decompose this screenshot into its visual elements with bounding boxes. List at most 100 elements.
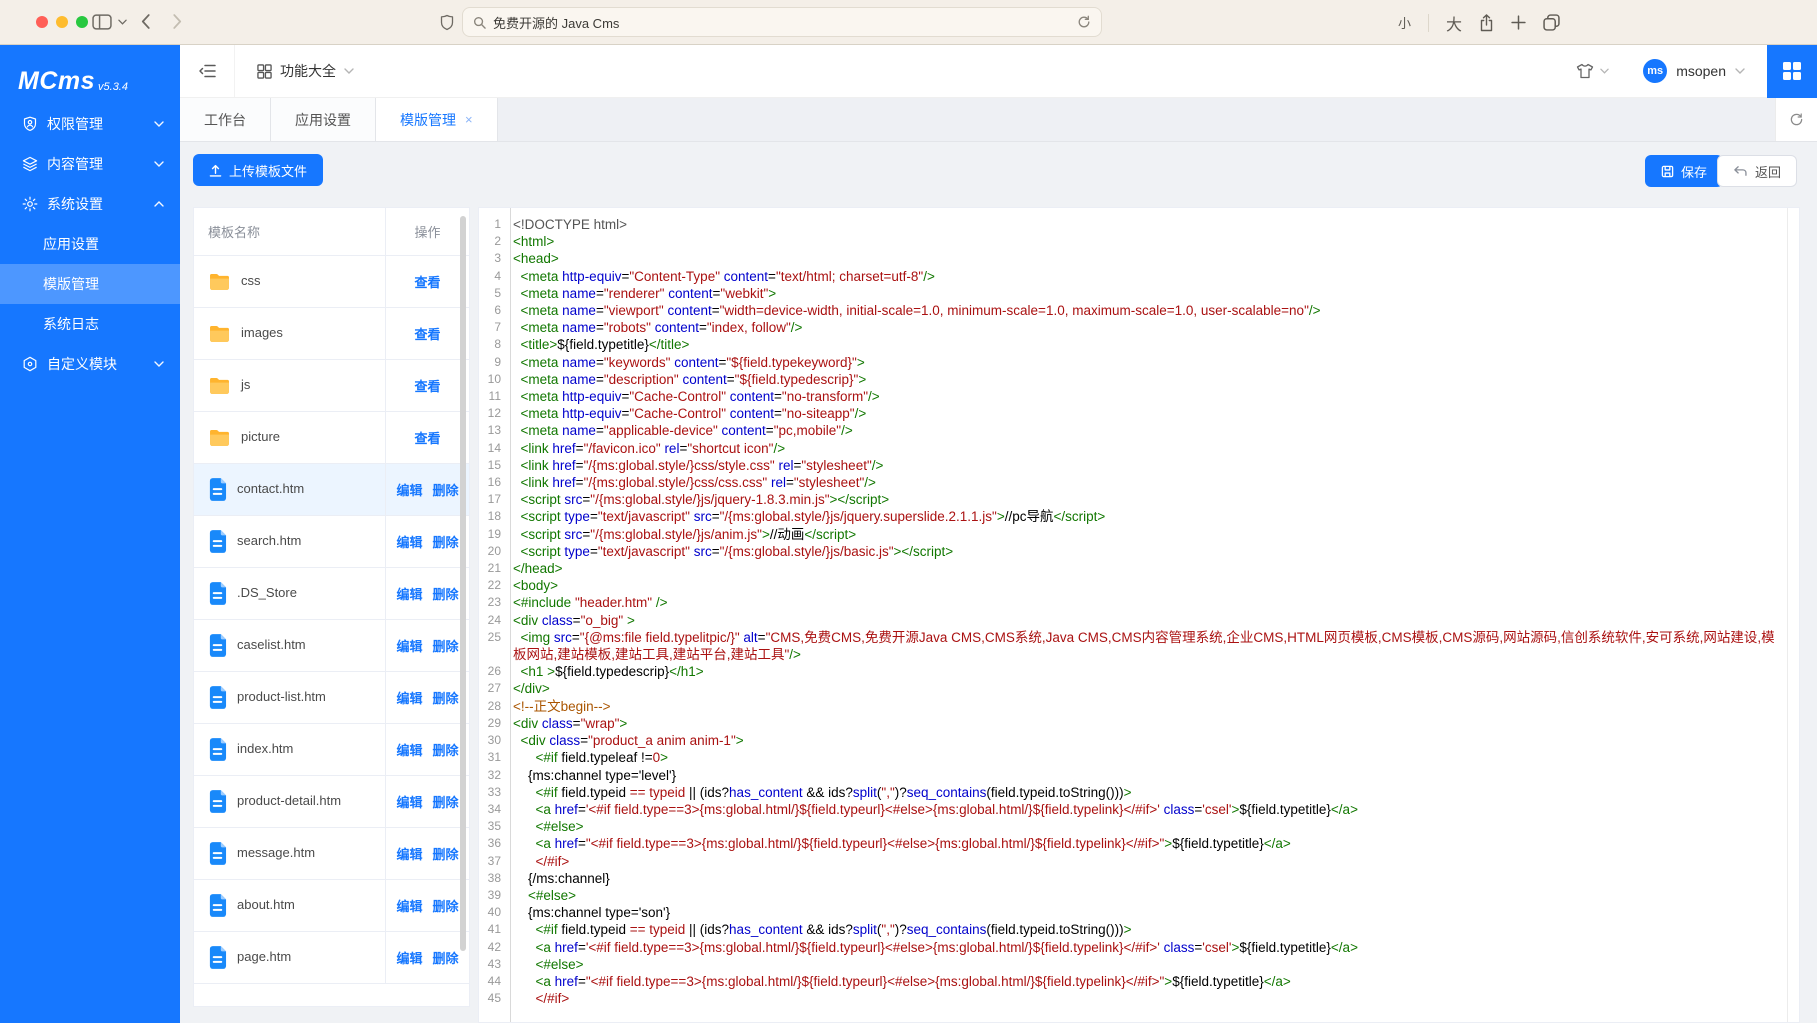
tab-bar: 工作台应用设置模版管理× <box>180 98 1817 142</box>
code-area: 1<!DOCTYPE html>2<html>3<head>4 <meta ht… <box>479 208 1799 1007</box>
back-icon[interactable] <box>141 14 150 29</box>
shield-icon[interactable] <box>440 14 454 31</box>
forward-icon[interactable] <box>173 14 182 29</box>
file-name: .DS_Store <box>237 584 297 602</box>
tab-app-settings[interactable]: 应用设置 <box>271 98 376 141</box>
sidebar-item-label: 自定义模块 <box>47 354 117 374</box>
view-link[interactable]: 查看 <box>414 324 440 343</box>
chevron-down-icon <box>154 161 164 167</box>
delete-link[interactable]: 删除 <box>433 844 459 863</box>
delete-link[interactable]: 删除 <box>433 480 459 499</box>
browser-sidebar-icon[interactable] <box>92 14 112 30</box>
delete-link[interactable]: 删除 <box>433 688 459 707</box>
close-window-button[interactable] <box>36 16 48 28</box>
edit-link[interactable]: 编辑 <box>396 948 422 967</box>
zoom-window-button[interactable] <box>76 16 88 28</box>
edit-link[interactable]: 编辑 <box>396 792 422 811</box>
delete-link[interactable]: 删除 <box>433 532 459 551</box>
sidebar-item-settings[interactable]: 系统设置 <box>0 184 180 224</box>
tab-overview-icon[interactable] <box>1543 14 1560 31</box>
file-icon <box>208 582 227 605</box>
user-menu[interactable]: ms msopen <box>1643 59 1745 83</box>
tab-workbench[interactable]: 工作台 <box>180 98 271 141</box>
address-bar[interactable]: 免费开源的 Java Cms <box>462 7 1102 37</box>
edit-link[interactable]: 编辑 <box>396 636 422 655</box>
operations-cell: 编辑删除 <box>386 932 469 983</box>
edit-link[interactable]: 编辑 <box>396 532 422 551</box>
font-smaller-button[interactable]: 小 <box>1398 13 1411 32</box>
table-row[interactable]: page.htm编辑删除 <box>194 932 469 984</box>
operations-cell: 编辑删除 <box>386 828 469 879</box>
table-row[interactable]: picture查看 <box>194 412 469 464</box>
grid-icon <box>257 64 272 79</box>
apps-grid-button[interactable] <box>1767 45 1817 98</box>
upload-template-button[interactable]: 上传模板文件 <box>193 154 323 186</box>
theme-dropdown[interactable] <box>1576 63 1609 79</box>
file-name-cell: product-detail.htm <box>194 776 386 827</box>
table-row[interactable]: message.htm编辑删除 <box>194 828 469 880</box>
sidebar-item-template-management[interactable]: 模版管理 <box>0 264 180 304</box>
edit-link[interactable]: 编辑 <box>396 844 422 863</box>
refresh-tab-icon[interactable] <box>1775 98 1817 141</box>
edit-link[interactable]: 编辑 <box>396 896 422 915</box>
view-link[interactable]: 查看 <box>414 428 440 447</box>
sidebar-item-custom-module[interactable]: 自定义模块 <box>0 344 180 384</box>
code-line: 22<body> <box>479 577 1799 594</box>
view-link[interactable]: 查看 <box>414 272 440 291</box>
file-list-scrollbar[interactable] <box>460 216 466 951</box>
file-icon <box>208 686 227 709</box>
edit-link[interactable]: 编辑 <box>396 688 422 707</box>
delete-link[interactable]: 删除 <box>433 740 459 759</box>
delete-link[interactable]: 删除 <box>433 896 459 915</box>
edit-link[interactable]: 编辑 <box>396 480 422 499</box>
return-arrow-icon <box>1733 165 1748 177</box>
new-tab-icon[interactable] <box>1511 15 1526 30</box>
table-row[interactable]: product-list.htm编辑删除 <box>194 672 469 724</box>
minimize-window-button[interactable] <box>56 16 68 28</box>
table-row[interactable]: js查看 <box>194 360 469 412</box>
chevron-down-icon[interactable] <box>118 19 127 25</box>
share-icon[interactable] <box>1479 14 1494 32</box>
table-row[interactable]: product-detail.htm 编辑删除 <box>194 776 469 828</box>
back-button[interactable]: 返回 <box>1717 155 1797 187</box>
code-line: 25 <img src="{@ms:file field.typelitpic/… <box>479 629 1799 663</box>
chevron-up-icon <box>154 201 164 207</box>
table-row[interactable]: css查看 <box>194 256 469 308</box>
collapse-sidebar-icon[interactable] <box>180 45 235 97</box>
table-row[interactable]: contact.htm编辑删除 <box>194 464 469 516</box>
line-number: 12 <box>479 405 506 422</box>
delete-link[interactable]: 删除 <box>433 584 459 603</box>
sidebar-item-system-log[interactable]: 系统日志 <box>0 304 180 344</box>
code-editor[interactable]: 1<!DOCTYPE html>2<html>3<head>4 <meta ht… <box>478 207 1800 1023</box>
delete-link[interactable]: 删除 <box>433 636 459 655</box>
table-row[interactable]: index.htm编辑删除 <box>194 724 469 776</box>
reload-icon[interactable] <box>1077 15 1091 29</box>
table-row[interactable]: images查看 <box>194 308 469 360</box>
line-number: 30 <box>479 732 506 749</box>
view-link[interactable]: 查看 <box>414 376 440 395</box>
file-name-cell: message.htm <box>194 828 386 879</box>
edit-link[interactable]: 编辑 <box>396 740 422 759</box>
top-navbar: 功能大全 ms msopen <box>180 45 1817 98</box>
sidebar-item-app-settings[interactable]: 应用设置 <box>0 224 180 264</box>
code-line: 28<!--正文begin--> <box>479 698 1799 715</box>
line-number: 16 <box>479 474 506 491</box>
edit-link[interactable]: 编辑 <box>396 584 422 603</box>
code-line: 21</head> <box>479 560 1799 577</box>
delete-link[interactable]: 删除 <box>433 792 459 811</box>
save-icon <box>1661 165 1674 178</box>
delete-link[interactable]: 删除 <box>433 948 459 967</box>
table-row[interactable]: about.htm编辑删除 <box>194 880 469 932</box>
app-menu-dropdown[interactable]: 功能大全 <box>235 61 376 81</box>
table-row[interactable]: search.htm编辑删除 <box>194 516 469 568</box>
table-row[interactable]: .DS_Store 编辑删除 <box>194 568 469 620</box>
sidebar-item-permission[interactable]: 权限管理 <box>0 104 180 144</box>
font-larger-button[interactable]: 大 <box>1446 11 1462 35</box>
save-button[interactable]: 保存 <box>1645 155 1723 187</box>
table-row[interactable]: caselist.htm编辑删除 <box>194 620 469 672</box>
tab-template-management[interactable]: 模版管理× <box>376 98 498 141</box>
sidebar-item-content[interactable]: 内容管理 <box>0 144 180 184</box>
line-number: 18 <box>479 508 506 525</box>
code-line: 14 <link href="/favicon.ico" rel="shortc… <box>479 440 1799 457</box>
close-tab-icon[interactable]: × <box>465 113 473 126</box>
